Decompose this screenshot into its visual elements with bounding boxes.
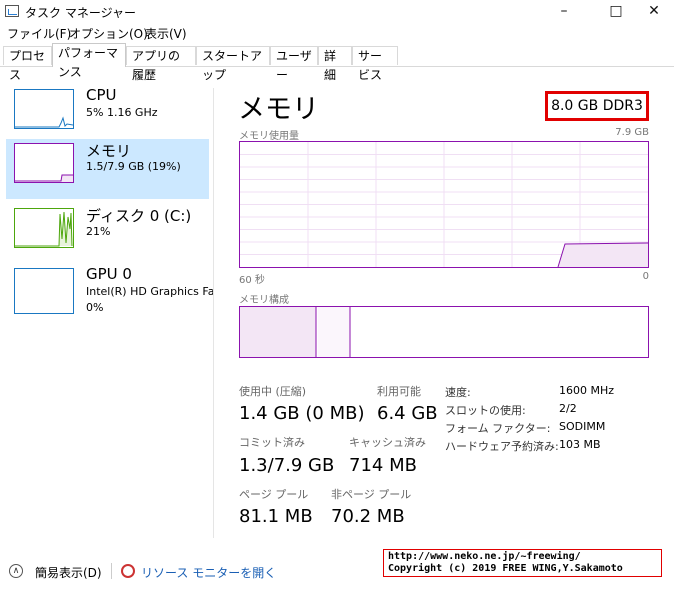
memory-type-badge: 8.0 GB DDR3 (545, 91, 649, 121)
menu-view[interactable]: 表示(V) (145, 25, 187, 42)
memory-mini-chart (15, 174, 73, 182)
slots-used-label: スロットの使用: (445, 404, 526, 417)
committed-label: コミット済み (239, 436, 305, 449)
paged-pool-label: ページ プール (239, 488, 309, 501)
tab-startup[interactable]: スタートアップ (196, 46, 270, 82)
nonpaged-pool-label: 非ページ プール (331, 488, 412, 501)
menu-bar: ファイル(F) オプション(O) 表示(V) (0, 22, 674, 42)
minimize-button[interactable]: – (542, 0, 586, 22)
usage-graph-max: 7.9 GB (615, 127, 649, 138)
composition-graph-label: メモリ構成 (239, 295, 289, 306)
sidebar-item-label: メモリ (86, 142, 132, 160)
minimize-icon: – (560, 3, 568, 19)
sidebar-item-label: CPU (86, 86, 117, 104)
close-button[interactable]: ✕ (632, 0, 674, 22)
available-value: 6.4 GB (377, 403, 438, 424)
slots-used-value: 2/2 (559, 402, 577, 415)
hardware-reserved-value: 103 MB (559, 438, 601, 451)
time-axis-end: 0 (642, 271, 649, 282)
sidebar-item-label: GPU 0 (86, 265, 132, 283)
chevron-up-icon[interactable]: ∧ (9, 564, 23, 578)
tab-processes[interactable]: プロセス (3, 46, 52, 82)
memory-composition-graph (239, 306, 649, 358)
menu-file[interactable]: ファイル(F) (7, 25, 71, 42)
memory-composition-chart (240, 307, 351, 357)
cached-label: キャッシュ済み (349, 436, 426, 449)
paged-pool-value: 81.1 MB (239, 506, 313, 527)
copyright-url: http://www.neko.ne.jp/~freewing/ (388, 551, 581, 562)
copyright-watermark: http://www.neko.ne.jp/~freewing/ Copyrig… (383, 549, 662, 577)
usage-graph-label: メモリ使用量 (239, 131, 299, 142)
sidebar-item-cpu[interactable]: CPU 5% 1.16 GHz (6, 85, 209, 145)
hardware-reserved-label: ハードウェア予約済み: (445, 440, 559, 453)
maximize-icon: □ (609, 3, 623, 19)
form-factor-label: フォーム ファクター: (445, 422, 551, 435)
window-title: タスク マネージャー (25, 6, 136, 20)
cpu-mini-chart (15, 116, 73, 128)
sidebar-item-gpu[interactable]: GPU 0 Intel(R) HD Graphics Far 0% (6, 264, 213, 324)
tab-users[interactable]: ユーザー (270, 46, 318, 82)
disk-thumbnail-graph (14, 208, 74, 248)
tab-services[interactable]: サービス (352, 46, 398, 82)
sidebar-item-value: 5% 1.16 GHz (86, 106, 158, 119)
resource-list: CPU 5% 1.16 GHz メモリ 1.5/7.9 GB (19%) ディス… (0, 67, 213, 537)
sidebar-item-disk[interactable]: ディスク 0 (C:) 21% (6, 204, 209, 264)
page-title: メモリ (238, 94, 319, 125)
memory-usage-chart (240, 142, 649, 268)
disk-mini-chart (15, 211, 73, 247)
footer-divider (111, 563, 112, 579)
task-manager-app-icon (5, 5, 19, 17)
sidebar-item-memory[interactable]: メモリ 1.5/7.9 GB (19%) (6, 139, 209, 199)
sidebar-item-label: ディスク 0 (C:) (86, 207, 192, 225)
memory-thumbnail-graph (14, 143, 74, 183)
copyright-text: Copyright (c) 2019 FREE WING,Y.Sakamoto (388, 563, 623, 574)
resource-monitor-icon (121, 564, 135, 578)
in-use-label: 使用中 (圧縮) (239, 385, 307, 398)
sidebar-item-value: 21% (86, 225, 111, 238)
form-factor-value: SODIMM (559, 420, 606, 433)
menu-options[interactable]: オプション(O) (69, 25, 148, 42)
in-use-value: 1.4 GB (0 MB) (239, 403, 365, 424)
sidebar-item-value: 0% (86, 301, 104, 314)
fewer-details-link[interactable]: 簡易表示(D) (35, 564, 102, 581)
cpu-thumbnail-graph (14, 89, 74, 129)
open-resource-monitor-link[interactable]: リソース モニターを開く (141, 564, 276, 581)
time-axis-start: 60 秒 (239, 275, 265, 286)
gpu-thumbnail-graph (14, 268, 74, 314)
nonpaged-pool-value: 70.2 MB (331, 506, 405, 527)
speed-value: 1600 MHz (559, 384, 615, 397)
tab-app-history[interactable]: アプリの履歴 (126, 46, 196, 82)
close-icon: ✕ (648, 3, 660, 19)
cached-value: 714 MB (349, 455, 417, 476)
tab-performance[interactable]: パフォーマンス (52, 43, 126, 79)
available-label: 利用可能 (377, 385, 421, 398)
sidebar-item-gpu-model: Intel(R) HD Graphics Far (86, 285, 213, 298)
sidebar-item-value: 1.5/7.9 GB (19%) (86, 160, 181, 173)
speed-label: 速度: (445, 386, 471, 399)
tab-details[interactable]: 詳細 (318, 46, 352, 82)
title-bar[interactable]: タスク マネージャー – □ ✕ (0, 0, 674, 22)
memory-usage-graph (239, 141, 649, 268)
committed-value: 1.3/7.9 GB (239, 455, 335, 476)
panel-divider[interactable] (213, 88, 214, 538)
